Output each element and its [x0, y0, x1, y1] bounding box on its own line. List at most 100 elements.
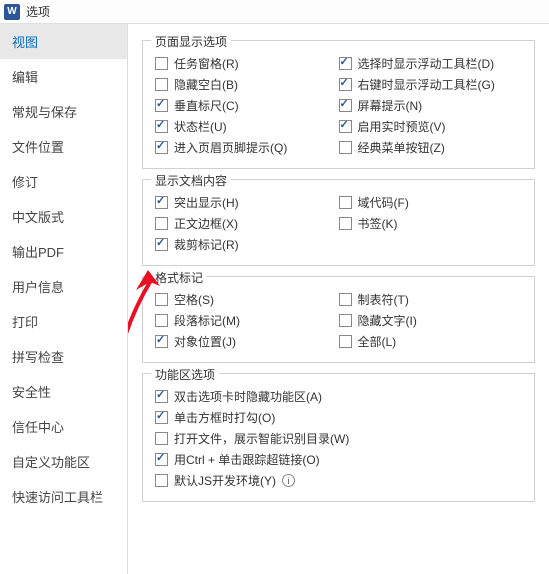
ribbon-3-checkbox[interactable] [155, 453, 168, 466]
doccontent-left-1-checkbox[interactable] [155, 217, 168, 230]
doccontent-right-0-label: 域代码(F) [358, 194, 409, 211]
display-right-4[interactable]: 经典菜单按钮(Z) [339, 139, 523, 156]
display-right-0[interactable]: 选择时显示浮动工具栏(D) [339, 55, 523, 72]
doccontent-right-1-checkbox[interactable] [339, 217, 352, 230]
doccontent-right-1-label: 书签(K) [358, 215, 398, 232]
display-right-0-checkbox[interactable] [339, 57, 352, 70]
sidebar-item-8[interactable]: 打印 [0, 304, 127, 339]
sidebar-item-9[interactable]: 拼写检查 [0, 339, 127, 374]
formatmarks-left-1[interactable]: 段落标记(M) [155, 312, 339, 329]
display-right-3-checkbox[interactable] [339, 120, 352, 133]
doccontent-right-0-checkbox[interactable] [339, 196, 352, 209]
display-right-1-checkbox[interactable] [339, 78, 352, 91]
ribbon-2-checkbox[interactable] [155, 432, 168, 445]
formatmarks-left-0-label: 空格(S) [174, 291, 214, 308]
display-left-1[interactable]: 隐藏空白(B) [155, 76, 339, 93]
display-left-4-label: 进入页眉页脚提示(Q) [174, 139, 287, 156]
display-right-0-label: 选择时显示浮动工具栏(D) [358, 55, 495, 72]
display-left-3-label: 状态栏(U) [174, 118, 227, 135]
formatmarks-right-0-checkbox[interactable] [339, 293, 352, 306]
group-title: 功能区选项 [151, 366, 219, 383]
display-left-2-label: 垂直标尺(C) [174, 97, 239, 114]
sidebar-item-13[interactable]: 快速访问工具栏 [0, 479, 127, 514]
doccontent-left-2[interactable]: 裁剪标记(R) [155, 236, 339, 253]
doccontent-right-1[interactable]: 书签(K) [339, 215, 523, 232]
sidebar-item-1[interactable]: 编辑 [0, 59, 127, 94]
formatmarks-left-1-label: 段落标记(M) [174, 312, 240, 329]
sidebar-item-3[interactable]: 文件位置 [0, 129, 127, 164]
display-right-4-checkbox[interactable] [339, 141, 352, 154]
ribbon-4-label: 默认JS开发环境(Y) [174, 472, 276, 489]
group-title: 页面显示选项 [151, 33, 231, 50]
sidebar-item-7[interactable]: 用户信息 [0, 269, 127, 304]
formatmarks-right-0[interactable]: 制表符(T) [339, 291, 523, 308]
sidebar-item-2[interactable]: 常规与保存 [0, 94, 127, 129]
formatmarks-left-2[interactable]: 对象位置(J) [155, 333, 339, 350]
formatmarks-left-2-checkbox[interactable] [155, 335, 168, 348]
formatmarks-right-2-checkbox[interactable] [339, 335, 352, 348]
doccontent-left-0[interactable]: 突出显示(H) [155, 194, 339, 211]
display-left-2-checkbox[interactable] [155, 99, 168, 112]
ribbon-3-label: 用Ctrl + 单击跟踪超链接(O) [174, 451, 320, 468]
formatmarks-right-1-label: 隐藏文字(I) [358, 312, 417, 329]
display-left-4[interactable]: 进入页眉页脚提示(Q) [155, 139, 339, 156]
display-right-2[interactable]: 屏幕提示(N) [339, 97, 523, 114]
display-right-4-label: 经典菜单按钮(Z) [358, 139, 445, 156]
ribbon-0-checkbox[interactable] [155, 390, 168, 403]
formatmarks-right-2[interactable]: 全部(L) [339, 333, 523, 350]
ribbon-2[interactable]: 打开文件，展示智能识别目录(W) [155, 430, 522, 447]
info-icon[interactable]: i [282, 474, 295, 487]
group-doc-content: 显示文档内容 突出显示(H)正文边框(X)裁剪标记(R) 域代码(F)书签(K) [142, 179, 535, 266]
ribbon-4[interactable]: 默认JS开发环境(Y) i [155, 472, 522, 489]
ribbon-3[interactable]: 用Ctrl + 单击跟踪超链接(O) [155, 451, 522, 468]
group-page-display: 页面显示选项 任务窗格(R)隐藏空白(B)垂直标尺(C)状态栏(U)进入页眉页脚… [142, 40, 535, 169]
sidebar-item-5[interactable]: 中文版式 [0, 199, 127, 234]
display-left-0[interactable]: 任务窗格(R) [155, 55, 339, 72]
sidebar-item-4[interactable]: 修订 [0, 164, 127, 199]
display-right-2-label: 屏幕提示(N) [358, 97, 423, 114]
display-right-1[interactable]: 右键时显示浮动工具栏(G) [339, 76, 523, 93]
doccontent-left-2-checkbox[interactable] [155, 238, 168, 251]
ribbon-4-checkbox[interactable] [155, 474, 168, 487]
sidebar-item-0[interactable]: 视图 [0, 24, 127, 59]
sidebar-item-11[interactable]: 信任中心 [0, 409, 127, 444]
sidebar: 视图编辑常规与保存文件位置修订中文版式输出PDF用户信息打印拼写检查安全性信任中… [0, 24, 128, 574]
ribbon-2-label: 打开文件，展示智能识别目录(W) [174, 430, 349, 447]
display-right-3[interactable]: 启用实时预览(V) [339, 118, 523, 135]
display-left-4-checkbox[interactable] [155, 141, 168, 154]
display-left-1-checkbox[interactable] [155, 78, 168, 91]
sidebar-item-6[interactable]: 输出PDF [0, 234, 127, 269]
window-title: 选项 [26, 3, 50, 20]
ribbon-1-checkbox[interactable] [155, 411, 168, 424]
main-area: 视图编辑常规与保存文件位置修订中文版式输出PDF用户信息打印拼写检查安全性信任中… [0, 24, 549, 574]
display-right-3-label: 启用实时预览(V) [358, 118, 446, 135]
display-right-1-label: 右键时显示浮动工具栏(G) [358, 76, 495, 93]
doccontent-left-1[interactable]: 正文边框(X) [155, 215, 339, 232]
display-right-2-checkbox[interactable] [339, 99, 352, 112]
formatmarks-left-0-checkbox[interactable] [155, 293, 168, 306]
formatmarks-left-1-checkbox[interactable] [155, 314, 168, 327]
content-pane: 页面显示选项 任务窗格(R) 隐藏空白(B) 垂直标尺(C) 状态栏(U) 进入页眉页脚… [128, 24, 549, 574]
sidebar-item-10[interactable]: 安全性 [0, 374, 127, 409]
ribbon-0[interactable]: 双击选项卡时隐藏功能区(A) [155, 388, 522, 405]
sidebar-item-12[interactable]: 自定义功能区 [0, 444, 127, 479]
doccontent-left-0-checkbox[interactable] [155, 196, 168, 209]
display-left-3[interactable]: 状态栏(U) [155, 118, 339, 135]
formatmarks-right-1[interactable]: 隐藏文字(I) [339, 312, 523, 329]
display-left-0-label: 任务窗格(R) [174, 55, 239, 72]
formatmarks-right-1-checkbox[interactable] [339, 314, 352, 327]
doccontent-right-0[interactable]: 域代码(F) [339, 194, 523, 211]
display-left-2[interactable]: 垂直标尺(C) [155, 97, 339, 114]
app-logo-icon: W [4, 4, 20, 20]
ribbon-1[interactable]: 单击方框时打勾(O) [155, 409, 522, 426]
ribbon-1-label: 单击方框时打勾(O) [174, 409, 275, 426]
display-left-0-checkbox[interactable] [155, 57, 168, 70]
doccontent-left-2-label: 裁剪标记(R) [174, 236, 239, 253]
formatmarks-left-0[interactable]: 空格(S) [155, 291, 339, 308]
group-title: 显示文档内容 [151, 172, 231, 189]
doccontent-left-1-label: 正文边框(X) [174, 215, 238, 232]
display-left-3-checkbox[interactable] [155, 120, 168, 133]
group-ribbon-options: 功能区选项 双击选项卡时隐藏功能区(A)单击方框时打勾(O)打开文件，展示智能识… [142, 373, 535, 502]
formatmarks-right-0-label: 制表符(T) [358, 291, 409, 308]
group-title: 格式标记 [151, 269, 207, 286]
